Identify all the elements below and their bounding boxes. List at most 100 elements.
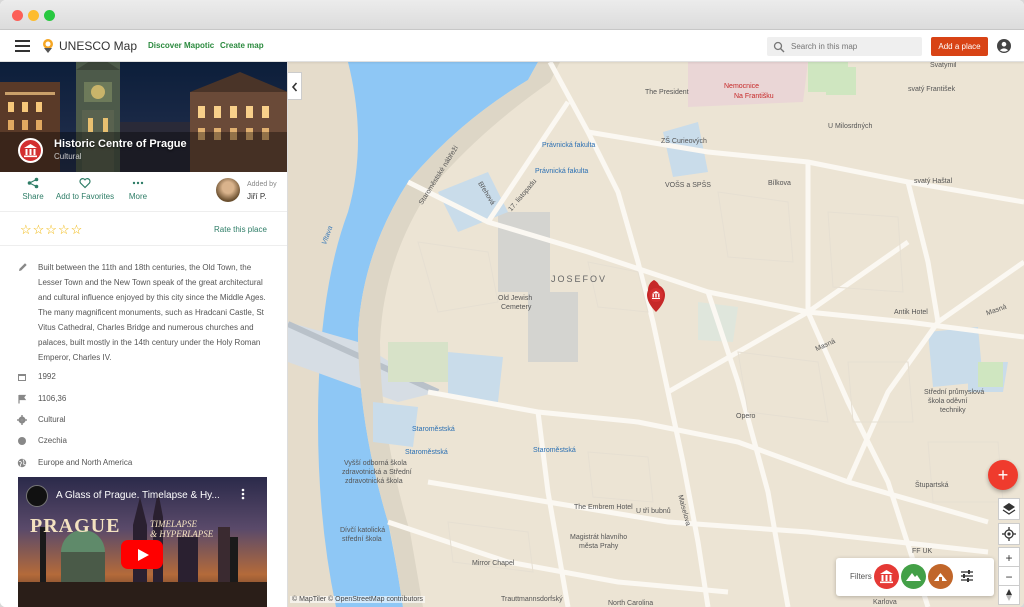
add-place-button[interactable]: Add a place: [931, 37, 988, 56]
map-label-opero: Opero: [736, 413, 756, 420]
info-row-country: Czechia: [0, 434, 287, 450]
map-label-north-carolina: North Carolina: [608, 600, 654, 607]
map-canvas[interactable]: JOSEFOV Vltava The President Nemocnice N…: [288, 62, 1024, 607]
map-attribution[interactable]: © MapTiler © OpenStreetMap contributors: [290, 596, 426, 603]
thumbnail-title: PRAGUE: [30, 515, 121, 537]
map-label-zs: ZŠ Curieových: [661, 138, 707, 145]
prague-photo: [0, 62, 287, 172]
star-rating[interactable]: ☆☆☆☆☆: [20, 222, 83, 238]
search-input[interactable]: [791, 40, 916, 53]
thumbnail-subtitle: TIMELAPSE & HYPERLAPSE: [150, 519, 214, 539]
info-category: Cultural: [38, 415, 66, 424]
create-map-link[interactable]: Create map: [220, 41, 264, 50]
search-icon: [773, 41, 785, 53]
map-label-staromestska-1: Staroměstská: [412, 426, 455, 433]
layers-button[interactable]: [998, 498, 1020, 520]
map-label-bilkova: Bílkova: [768, 180, 791, 187]
account-icon[interactable]: [997, 39, 1011, 53]
map-label-svatymil: Svatymil: [930, 62, 957, 69]
info-row-year: 1992: [0, 370, 287, 386]
filters-panel: Filters: [836, 558, 994, 596]
map-label-trautt: Trauttmannsdorfský: [501, 596, 563, 603]
favorite-label: Add to Favorites: [55, 192, 115, 201]
share-button[interactable]: Share: [14, 172, 52, 201]
map-label-staromestska-3: Staroměstská: [533, 447, 576, 454]
discover-mapotic-link[interactable]: Discover Mapotic: [148, 41, 214, 50]
info-region: Europe and North America: [38, 458, 133, 467]
map-label-nemocnice-2: Na Františku: [734, 93, 774, 100]
map-label-milosrdnych: U Milosrdných: [828, 123, 873, 130]
pencil-icon: [19, 263, 27, 271]
map-label-president: The President: [645, 89, 689, 96]
map-label-ffuk: FF UK: [912, 548, 933, 555]
map-label-stupartska: Štupartská: [915, 482, 949, 489]
filter-cultural-button[interactable]: [874, 564, 899, 589]
globe-icon: [17, 458, 27, 468]
info-row-category: Cultural: [0, 413, 287, 429]
info-year: 1992: [38, 372, 56, 381]
filter-mixed-button[interactable]: [928, 564, 953, 589]
minimize-window-button[interactable]: [28, 10, 39, 21]
crosshair-icon: [1002, 527, 1016, 541]
map-label-vyssi-3: zdravotnická škola: [345, 478, 403, 485]
filters-label: Filters: [850, 572, 872, 581]
added-by-name[interactable]: Jiří P.: [247, 192, 266, 201]
map-label-vyssi-1: Vyšší odborná škola: [344, 460, 407, 467]
place-category: Cultural: [54, 152, 82, 161]
gear-icon: [17, 415, 27, 425]
play-button[interactable]: [121, 540, 163, 569]
compass-icon: [1006, 589, 1012, 601]
info-country: Czechia: [38, 436, 67, 445]
place-hero-image: Historic Centre of Prague Cultural: [0, 62, 287, 172]
search-box[interactable]: [767, 37, 922, 56]
collapse-panel-button[interactable]: [288, 72, 302, 100]
flag-icon: [18, 394, 27, 404]
video-more-icon[interactable]: [238, 487, 248, 501]
more-dots-icon: [132, 181, 144, 185]
map-label-stredni-3: techniky: [940, 407, 966, 414]
rating-row: ☆☆☆☆☆ Rate this place: [0, 212, 287, 246]
add-place-fab[interactable]: +: [988, 460, 1018, 490]
map-label-voss: VOŠS a SPŠS: [665, 182, 711, 189]
window-titlebar: [0, 0, 1024, 30]
place-description: Built between the 11th and 18th centurie…: [38, 263, 266, 362]
menu-icon[interactable]: [15, 40, 30, 52]
map-label-utri: U tří bubnů: [636, 508, 671, 515]
cultural-category-badge: [18, 138, 43, 163]
filter-natural-button[interactable]: [901, 564, 926, 589]
map-label-pravnicka-1: Právnická fakulta: [542, 142, 596, 149]
map-label-karlova: Karlova: [873, 599, 897, 606]
avatar[interactable]: [216, 178, 240, 202]
museum-icon: [880, 570, 893, 584]
map-label-cemetery-1: Old Jewish: [498, 295, 533, 302]
more-button[interactable]: More: [124, 172, 152, 201]
browser-window: UNESCO Map Discover Mapotic Create map A…: [0, 0, 1024, 607]
channel-avatar[interactable]: [26, 485, 48, 507]
app-title[interactable]: UNESCO Map: [59, 39, 137, 53]
map-label-svaty-hastal: svatý Haštal: [914, 178, 953, 185]
share-icon: [27, 177, 39, 189]
filter-settings-button[interactable]: [960, 569, 974, 583]
add-to-favorites-button[interactable]: Add to Favorites: [54, 172, 116, 201]
maximize-window-button[interactable]: [44, 10, 55, 21]
info-row-id: 1106,36: [0, 392, 287, 408]
added-by-label: Added by: [247, 181, 277, 188]
place-actions: Share Add to Favorites More Added by Jiř…: [0, 172, 287, 212]
video-title[interactable]: A Glass of Prague. Timelapse & Hy...: [56, 490, 226, 501]
map-label-divci-2: střední škola: [342, 536, 382, 543]
map-label-antik: Antik Hotel: [894, 309, 928, 316]
map-label-stredni-2: škola oděvní: [928, 398, 968, 405]
museum-icon: [24, 144, 37, 158]
map-label-stredni-1: Střední průmyslová: [924, 389, 985, 396]
youtube-video-embed[interactable]: A Glass of Prague. Timelapse & Hy... PRA…: [18, 477, 267, 607]
map-label-vyssi-2: zdravotnická a Střední: [342, 469, 412, 476]
compass-button[interactable]: [998, 585, 1020, 605]
info-id: 1106,36: [38, 394, 67, 403]
app-header: UNESCO Map Discover Mapotic Create map A…: [0, 30, 1024, 62]
map-label-josefov: JOSEFOV: [551, 274, 608, 284]
chevron-left-icon: [291, 82, 298, 92]
close-window-button[interactable]: [12, 10, 23, 21]
share-label: Share: [22, 192, 44, 201]
rate-this-place-link[interactable]: Rate this place: [214, 225, 267, 234]
locate-me-button[interactable]: [998, 523, 1020, 545]
